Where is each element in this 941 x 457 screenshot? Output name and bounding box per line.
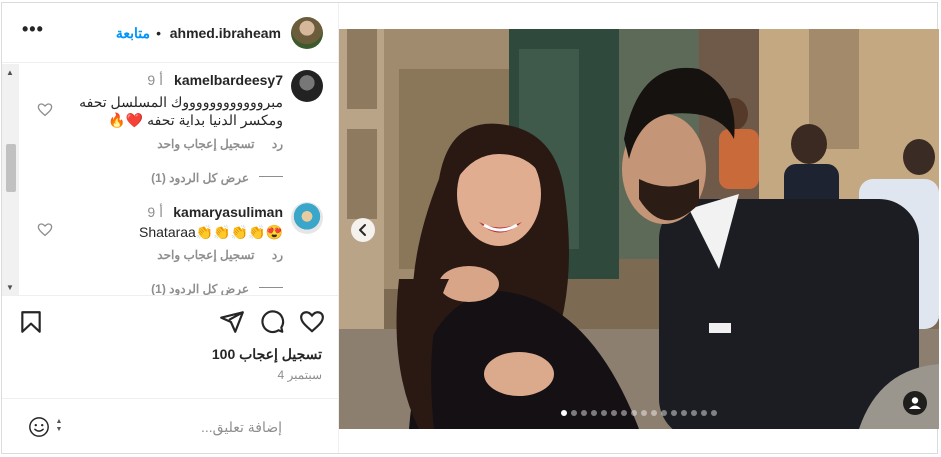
- comment-input[interactable]: [82, 415, 282, 439]
- emoji-icon[interactable]: [28, 416, 50, 438]
- bookmark-icon[interactable]: [18, 309, 44, 335]
- commenter-avatar[interactable]: [291, 202, 323, 234]
- carousel-dot: [651, 410, 657, 416]
- comments-scrollbar[interactable]: ▲ ▼: [2, 64, 19, 295]
- replies-divider: [259, 176, 283, 177]
- comment-text-line: مبرووووووووووووك المسلسل تحفه: [79, 94, 283, 110]
- author-username[interactable]: ahmed.ibraheam: [170, 25, 281, 41]
- post-side-panel: ahmed.ibraheam • متابعة ••• ▲ ▼ kamelbar…: [2, 3, 339, 453]
- comment-actions: رد تسجيل إعجاب واحد: [157, 137, 283, 151]
- carousel-dot: [711, 410, 717, 416]
- input-spinner-icon[interactable]: ▲ ▼: [54, 418, 64, 436]
- comment-icon[interactable]: [259, 309, 285, 335]
- carousel-dot: [701, 410, 707, 416]
- reply-button[interactable]: رد: [272, 248, 283, 262]
- carousel-dot: [661, 410, 667, 416]
- tagged-users-button[interactable]: [903, 391, 927, 415]
- add-comment-bar: ▲ ▼: [2, 398, 339, 453]
- carousel-dot: [601, 410, 607, 416]
- heart-icon[interactable]: [37, 102, 53, 118]
- carousel-dot: [591, 410, 597, 416]
- carousel-indicator: [561, 410, 717, 418]
- share-icon[interactable]: [219, 309, 245, 335]
- view-replies-button[interactable]: عرض كل الردود (1): [151, 171, 249, 185]
- post-photo[interactable]: [339, 29, 939, 429]
- carousel-dot: [581, 410, 587, 416]
- carousel-dot: [611, 410, 617, 416]
- follow-button[interactable]: متابعة: [116, 25, 150, 42]
- chevron-left-icon: [359, 224, 366, 236]
- comment-time[interactable]: 9 أ: [147, 72, 163, 89]
- commenter-username[interactable]: kamelbardeesy7: [174, 72, 283, 88]
- scroll-up-arrow-icon[interactable]: ▲: [6, 68, 14, 77]
- likes-count[interactable]: 100 تسجيل إعجاب: [212, 346, 322, 363]
- comments-list[interactable]: ▲ ▼ kamelbardeesy7 9 أ مبرووووووووووووك …: [2, 64, 339, 296]
- carousel-dot: [671, 410, 677, 416]
- photo-scene: [339, 29, 939, 429]
- more-options-button[interactable]: •••: [22, 19, 44, 40]
- comment-text-line: Shataraa👏👏👏👏😍: [139, 224, 283, 240]
- carousel-dot: [691, 410, 697, 416]
- heart-icon[interactable]: [299, 309, 325, 335]
- carousel-dot: [681, 410, 687, 416]
- scrollbar-thumb[interactable]: [6, 144, 16, 192]
- carousel-dot: [571, 410, 577, 416]
- commenter-avatar[interactable]: [291, 70, 323, 102]
- replies-divider: [259, 287, 283, 288]
- post-header: ahmed.ibraheam • متابعة •••: [2, 3, 339, 63]
- header-separator: •: [156, 25, 161, 41]
- post-dialog: ahmed.ibraheam • متابعة ••• ▲ ▼ kamelbar…: [1, 2, 939, 454]
- view-replies-button[interactable]: عرض كل الردود (1): [151, 282, 249, 295]
- author-avatar[interactable]: [291, 17, 323, 49]
- post-date[interactable]: 4 سبتمبر: [278, 368, 323, 382]
- commenter-username[interactable]: kamaryasuliman: [173, 204, 283, 220]
- comment-time[interactable]: 9 أ: [147, 204, 163, 221]
- previous-photo-button[interactable]: [351, 218, 375, 242]
- user-tag-icon: [909, 397, 921, 409]
- comment-actions: رد تسجيل إعجاب واحد: [157, 248, 283, 262]
- comment-like-count[interactable]: تسجيل إعجاب واحد: [157, 248, 254, 262]
- carousel-dot: [631, 410, 637, 416]
- scroll-down-arrow-icon[interactable]: ▼: [6, 283, 14, 292]
- carousel-dot: [641, 410, 647, 416]
- carousel-dot: [561, 410, 567, 416]
- post-action-bar: [2, 299, 339, 347]
- comment-text-line: ومكسر الدنيا بداية تحفه ❤️🔥: [108, 112, 283, 128]
- heart-icon[interactable]: [37, 222, 53, 238]
- carousel-dot: [621, 410, 627, 416]
- reply-button[interactable]: رد: [272, 137, 283, 151]
- comment-like-count[interactable]: تسجيل إعجاب واحد: [157, 137, 254, 151]
- comment-item: kamelbardeesy7 9 أ مبرووووووووووووك المس…: [19, 64, 339, 185]
- comment-item: kamaryasuliman 9 أ Shataraa👏👏👏👏😍 رد تسجي…: [19, 196, 339, 295]
